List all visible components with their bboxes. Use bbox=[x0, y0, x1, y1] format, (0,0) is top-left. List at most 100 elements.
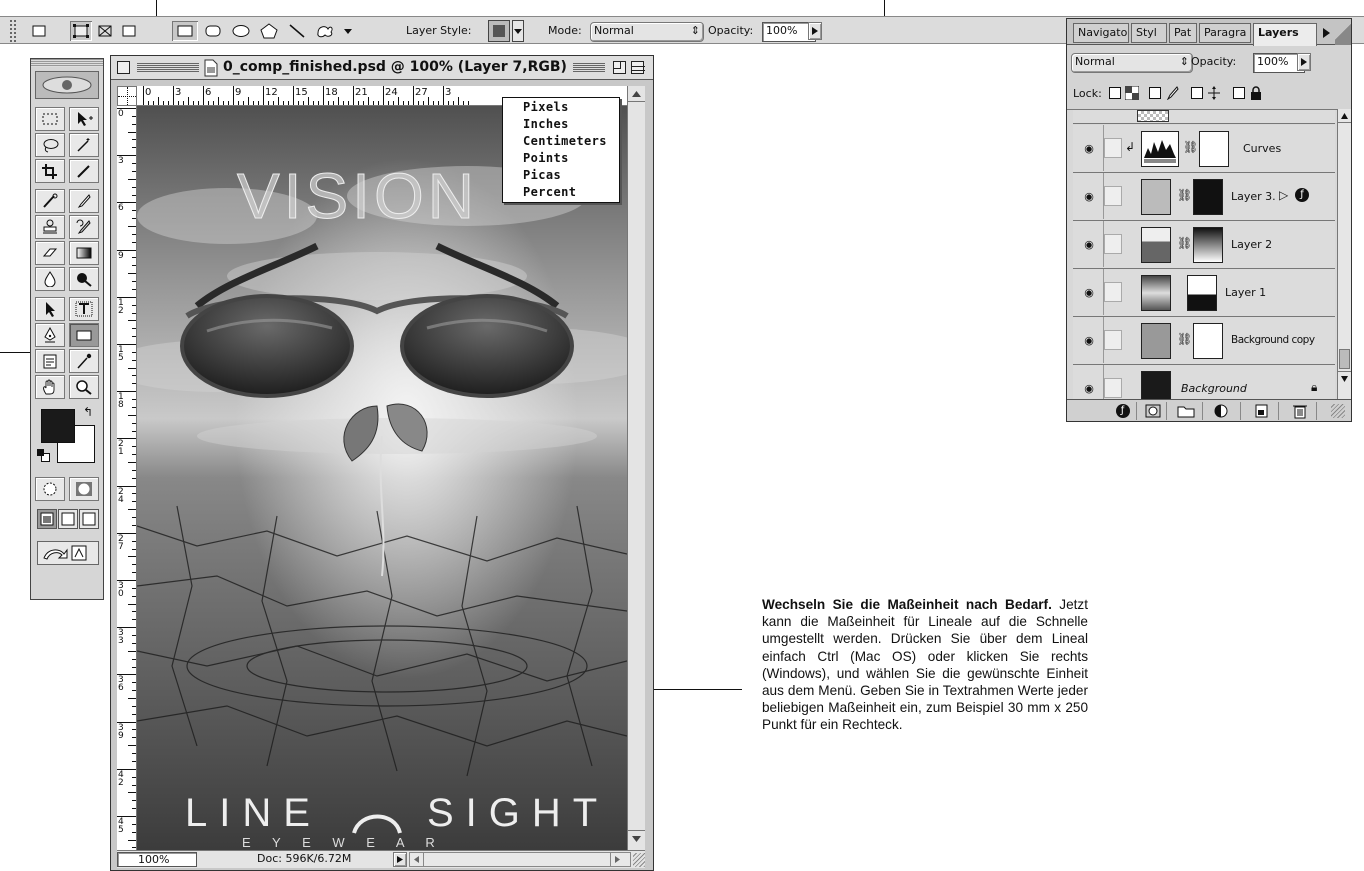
healing-brush-tool[interactable] bbox=[35, 189, 65, 213]
work-path-mode-button[interactable] bbox=[94, 21, 116, 41]
horizontal-scrollbar[interactable] bbox=[409, 852, 631, 867]
zoom-level-field[interactable]: 100% bbox=[117, 852, 197, 867]
lock-image-checkbox[interactable] bbox=[1149, 87, 1161, 99]
paintbrush-tool[interactable] bbox=[69, 189, 99, 213]
rounded-rectangle-button[interactable] bbox=[200, 21, 226, 41]
status-info-menu-button[interactable] bbox=[393, 852, 407, 867]
ruler-corner[interactable] bbox=[117, 86, 137, 106]
shape-layer-mode-button[interactable] bbox=[70, 21, 92, 41]
polygon-shape-button[interactable] bbox=[256, 21, 282, 41]
move-tool[interactable] bbox=[69, 107, 99, 131]
layer-row-layer-1[interactable]: ◉ Layer 1 bbox=[1073, 269, 1335, 317]
resize-grip-icon[interactable] bbox=[1331, 404, 1345, 418]
menu-item-percent[interactable]: Percent bbox=[523, 185, 576, 199]
layer-link-toggle[interactable] bbox=[1104, 186, 1122, 206]
adobe-online-logo[interactable] bbox=[35, 71, 99, 99]
layer-opacity-slider-button[interactable] bbox=[1297, 53, 1311, 71]
tab-paragraph[interactable]: Paragra bbox=[1199, 23, 1251, 43]
menu-item-inches[interactable]: Inches bbox=[523, 117, 569, 131]
visibility-eye-icon[interactable]: ◉ bbox=[1075, 221, 1104, 267]
lock-all-checkbox[interactable] bbox=[1233, 87, 1245, 99]
add-mask-button[interactable] bbox=[1139, 402, 1167, 420]
tab-styles[interactable]: Styl bbox=[1131, 23, 1167, 43]
scroll-right-arrow[interactable] bbox=[610, 853, 624, 866]
slice-tool[interactable] bbox=[69, 159, 99, 183]
tab-layers[interactable]: Layers bbox=[1253, 23, 1317, 46]
toolbox-titlebar[interactable] bbox=[31, 59, 103, 67]
layers-scrollbar[interactable] bbox=[1337, 109, 1351, 399]
layer-row-background-copy[interactable]: ◉ ⛓ Background copy bbox=[1073, 317, 1335, 365]
full-screen-menu-mode-button[interactable] bbox=[58, 509, 78, 529]
visibility-eye-icon[interactable]: ◉ bbox=[1075, 125, 1104, 171]
shape-options-dropdown[interactable] bbox=[340, 21, 356, 41]
zoom-box-button[interactable] bbox=[613, 61, 626, 74]
document-canvas[interactable]: VISION LINE SIGHT E Y E W E A R bbox=[137, 106, 627, 850]
eraser-tool[interactable] bbox=[35, 241, 65, 265]
standard-mode-button[interactable] bbox=[35, 477, 65, 501]
fill-region-mode-button[interactable] bbox=[118, 21, 140, 41]
new-shape-layer-button[interactable] bbox=[28, 21, 50, 41]
type-tool[interactable] bbox=[69, 297, 99, 321]
blend-mode-select[interactable]: Normal ⇕ bbox=[1071, 53, 1193, 73]
mode-select[interactable]: Normal ⇕ bbox=[590, 22, 704, 42]
scroll-left-arrow[interactable] bbox=[410, 853, 424, 866]
menu-item-pixels[interactable]: Pixels bbox=[523, 100, 569, 114]
tab-navigator[interactable]: Navigato bbox=[1073, 23, 1129, 43]
scroll-up-arrow[interactable] bbox=[1338, 109, 1351, 123]
custom-shape-button[interactable] bbox=[312, 21, 338, 41]
menu-item-centimeters[interactable]: Centimeters bbox=[523, 134, 607, 148]
rectangle-shape-tool[interactable] bbox=[69, 323, 99, 347]
visibility-eye-icon[interactable]: ◉ bbox=[1075, 269, 1104, 315]
foreground-color-swatch[interactable] bbox=[41, 409, 75, 443]
crop-tool[interactable] bbox=[35, 159, 65, 183]
scroll-up-arrow[interactable] bbox=[628, 86, 645, 102]
gradient-tool[interactable] bbox=[69, 241, 99, 265]
burn-tool[interactable] bbox=[69, 267, 99, 291]
clone-stamp-tool[interactable] bbox=[35, 215, 65, 239]
layer-link-toggle[interactable] bbox=[1104, 330, 1122, 350]
full-screen-mode-button[interactable] bbox=[79, 509, 99, 529]
layer-link-toggle[interactable] bbox=[1104, 138, 1122, 158]
palette-close-corner[interactable] bbox=[1335, 19, 1351, 45]
menu-item-picas[interactable]: Picas bbox=[523, 168, 561, 182]
jump-to-imageready-button[interactable] bbox=[37, 541, 99, 565]
rectangle-shape-button[interactable] bbox=[172, 21, 198, 41]
new-layer-button[interactable] bbox=[1245, 402, 1279, 420]
layer-row-curves[interactable]: ◉ ↲ ⛓ Curves bbox=[1073, 125, 1335, 173]
layer-style-dropdown[interactable] bbox=[512, 20, 524, 42]
hand-tool[interactable] bbox=[35, 375, 65, 399]
scroll-down-arrow[interactable] bbox=[628, 830, 645, 846]
layer-row-background[interactable]: ◉ Background 🔒︎ bbox=[1073, 365, 1335, 399]
layer-row-layer-3[interactable]: ◉ ⛓ Layer 3. ▷ ƒ bbox=[1073, 173, 1335, 221]
path-selection-tool[interactable] bbox=[35, 297, 65, 321]
options-bar-grip[interactable] bbox=[10, 20, 16, 42]
visibility-eye-icon[interactable]: ◉ bbox=[1075, 365, 1104, 399]
collapse-box-button[interactable] bbox=[631, 61, 645, 74]
magic-wand-tool[interactable] bbox=[69, 133, 99, 157]
layer-style-swatch[interactable] bbox=[488, 20, 510, 42]
eyedropper-tool[interactable] bbox=[69, 349, 99, 373]
zoom-tool[interactable] bbox=[69, 375, 99, 399]
ellipse-shape-button[interactable] bbox=[228, 21, 254, 41]
new-adjustment-layer-button[interactable] bbox=[1205, 402, 1241, 420]
layer-link-toggle[interactable] bbox=[1104, 282, 1122, 302]
tab-paths[interactable]: Pat bbox=[1169, 23, 1197, 43]
palette-menu-button[interactable] bbox=[1321, 25, 1333, 41]
history-brush-tool[interactable] bbox=[69, 215, 99, 239]
lasso-tool[interactable] bbox=[35, 133, 65, 157]
resize-grip-icon[interactable] bbox=[633, 853, 645, 867]
lock-position-checkbox[interactable] bbox=[1191, 87, 1203, 99]
menu-item-points[interactable]: Points bbox=[523, 151, 569, 165]
standard-screen-mode-button[interactable] bbox=[37, 509, 57, 529]
scroll-down-arrow[interactable] bbox=[1338, 371, 1351, 385]
lock-transparency-checkbox[interactable] bbox=[1109, 87, 1121, 99]
opacity-slider-button[interactable] bbox=[808, 22, 822, 40]
scroll-thumb[interactable] bbox=[1339, 349, 1350, 369]
default-colors-icon[interactable] bbox=[37, 449, 50, 462]
document-titlebar[interactable]: 0_comp_finished.psd @ 100% (Layer 7,RGB) bbox=[111, 56, 653, 80]
delete-layer-button[interactable] bbox=[1283, 402, 1317, 420]
vertical-ruler[interactable]: 0 3 6 9 12 15 18 21 24 27 30 33 36 39 42 45 bbox=[117, 106, 137, 850]
layer-link-toggle[interactable] bbox=[1104, 234, 1122, 254]
notes-tool[interactable] bbox=[35, 349, 65, 373]
effects-expand-triangle-icon[interactable]: ▷ bbox=[1279, 188, 1288, 202]
